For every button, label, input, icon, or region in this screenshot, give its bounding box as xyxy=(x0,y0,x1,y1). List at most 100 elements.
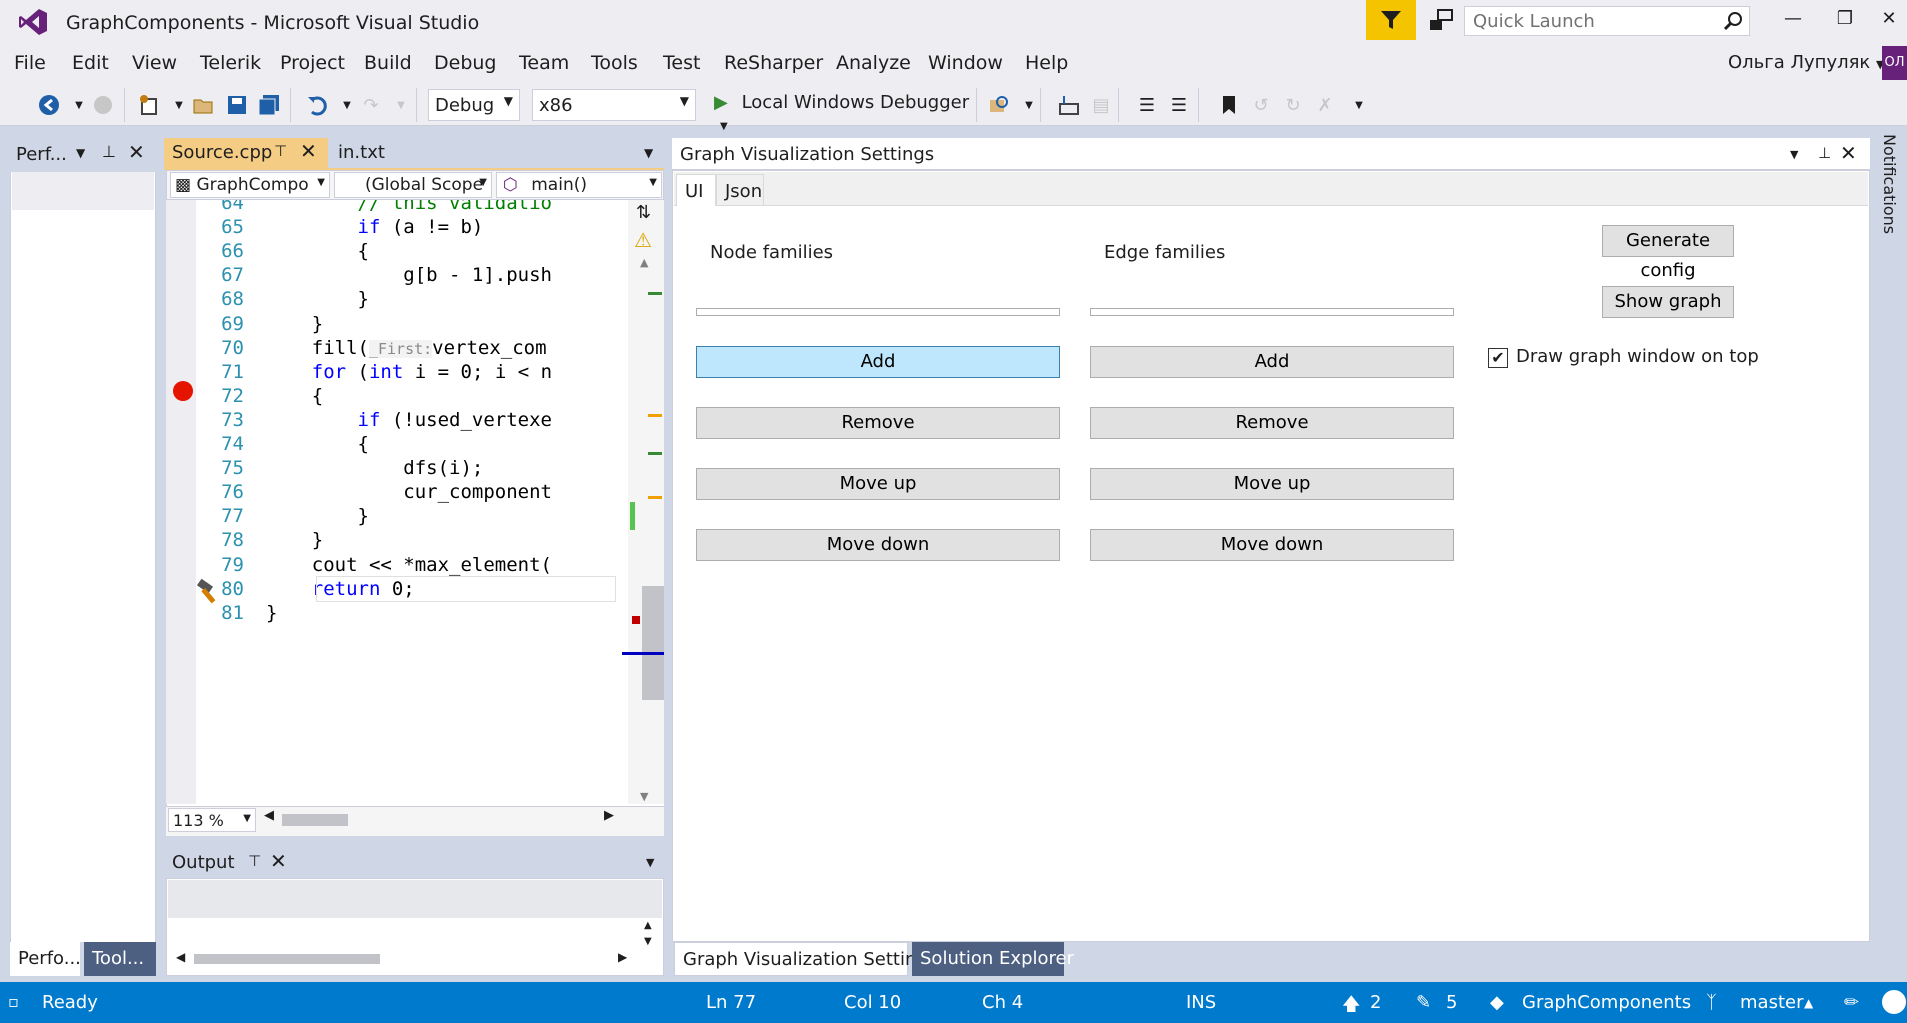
send-feedback-icon[interactable] xyxy=(1428,8,1454,34)
solution-configuration-select[interactable]: Debug ▼ xyxy=(428,89,520,121)
repository-icon[interactable]: ◆ xyxy=(1490,992,1504,1013)
chevron-up-icon[interactable]: ▲ xyxy=(1804,996,1813,1010)
member-dropdown[interactable]: ⬡ main() ▼ xyxy=(496,172,662,198)
menu-help[interactable]: Help xyxy=(1025,52,1068,74)
branch-name[interactable]: master xyxy=(1740,992,1803,1013)
pin-icon[interactable]: ⊤ xyxy=(274,142,287,160)
menu-edit[interactable]: Edit xyxy=(72,52,109,74)
code-lens-icon[interactable]: ✏ xyxy=(1844,992,1859,1013)
save-icon[interactable] xyxy=(224,92,250,118)
code-line[interactable]: 73 if (!used_vertexe xyxy=(196,407,628,431)
branch-icon[interactable]: ᛉ xyxy=(1706,992,1717,1013)
find-in-files-icon[interactable] xyxy=(986,92,1012,118)
code-line[interactable]: 74 { xyxy=(196,431,628,455)
close-icon[interactable]: ✕ xyxy=(128,140,145,164)
bookmark-icon[interactable] xyxy=(1216,92,1242,118)
code-line[interactable]: 68 } xyxy=(196,286,628,310)
hscrollbar-thumb[interactable] xyxy=(282,814,348,826)
close-icon[interactable]: ✕ xyxy=(300,139,317,163)
edge-families-list[interactable] xyxy=(1090,308,1454,316)
close-icon[interactable]: ✕ xyxy=(270,849,287,873)
chevron-down-icon[interactable]: ▼ xyxy=(1790,148,1798,161)
scroll-right-arrow-icon[interactable]: ▶ xyxy=(604,808,614,823)
save-all-icon[interactable] xyxy=(256,92,282,118)
chevron-down-icon[interactable]: ▼ xyxy=(76,146,85,160)
node-remove-button[interactable]: Remove xyxy=(696,407,1060,439)
menu-telerik[interactable]: Telerik xyxy=(200,52,261,74)
back-dropdown-icon[interactable]: ▼ xyxy=(66,92,92,118)
outdent-icon[interactable]: ☰ xyxy=(1134,92,1160,118)
pin-icon[interactable]: ⊤ xyxy=(248,852,261,870)
code-line[interactable]: 64 // this validatio xyxy=(196,200,628,214)
tab-graph-visualization-settings[interactable]: Graph Visualization Settings xyxy=(674,942,937,976)
code-line[interactable]: 67 g[b - 1].push xyxy=(196,262,628,286)
open-file-icon[interactable] xyxy=(190,92,216,118)
scroll-left-arrow-icon[interactable]: ◀ xyxy=(176,950,185,964)
toolbar-overflow-icon[interactable]: ▼ xyxy=(1016,92,1042,118)
menu-build[interactable]: Build xyxy=(364,52,412,74)
avatar[interactable]: ОЛ xyxy=(1882,46,1907,80)
menu-resharper[interactable]: ReSharper xyxy=(724,52,823,74)
scroll-up-arrow-icon[interactable]: ▲ xyxy=(644,920,652,931)
tab-json[interactable]: Json xyxy=(716,174,764,206)
menu-tools[interactable]: Tools xyxy=(591,52,638,74)
menu-window[interactable]: Window xyxy=(928,52,1003,74)
quick-launch-input[interactable]: Quick Launch xyxy=(1464,6,1750,36)
tab-solution-explorer[interactable]: Solution Explorer xyxy=(912,942,1074,976)
navigate-back-icon[interactable] xyxy=(36,92,62,118)
pencil-icon[interactable]: ✎ xyxy=(1416,992,1431,1013)
notifications-bell-icon[interactable] xyxy=(1882,990,1906,1014)
filter-feedback-button[interactable] xyxy=(1366,0,1416,40)
tab-ui[interactable]: UI xyxy=(676,174,716,206)
node-add-button[interactable]: Add xyxy=(696,346,1060,378)
node-move-down-button[interactable]: Move down xyxy=(696,529,1060,561)
warning-icon[interactable]: ⚠ xyxy=(634,228,652,252)
pin-icon[interactable]: ⊥ xyxy=(1818,144,1831,162)
scroll-down-arrow-icon[interactable]: ▼ xyxy=(640,790,648,803)
notifications-tab[interactable]: Notifications xyxy=(1880,134,1899,234)
draw-on-top-checkbox[interactable]: ✔ xyxy=(1488,348,1508,368)
search-icon[interactable] xyxy=(1723,11,1743,31)
menu-test[interactable]: Test xyxy=(663,52,700,74)
close-window-button[interactable]: ✕ xyxy=(1874,8,1904,32)
next-bookmark-icon[interactable]: ↻ xyxy=(1280,92,1306,118)
code-line[interactable]: 78 } xyxy=(196,527,628,551)
toolbar-overflow-icon[interactable]: ▼ xyxy=(1346,92,1372,118)
step-over-icon[interactable]: ▤ xyxy=(1088,92,1114,118)
tab-in-txt[interactable]: in.txt xyxy=(330,138,446,168)
zoom-level-select[interactable]: 113 % ▼ xyxy=(168,808,256,832)
tab-performance[interactable]: Perfo... xyxy=(10,942,81,976)
menu-debug[interactable]: Debug xyxy=(434,52,496,74)
pending-changes-count[interactable]: 5 xyxy=(1446,992,1457,1013)
menu-file[interactable]: File xyxy=(14,52,46,74)
scroll-up-arrow-icon[interactable]: ▲ xyxy=(640,256,648,269)
new-project-icon[interactable] xyxy=(136,92,162,118)
repository-name[interactable]: GraphComponents xyxy=(1522,992,1691,1013)
step-into-icon[interactable] xyxy=(1056,92,1082,118)
code-line[interactable]: 65 if (a != b) xyxy=(196,214,628,238)
node-families-list[interactable] xyxy=(696,308,1060,316)
tab-source-cpp[interactable]: Source.cpp ⊤ ✕ xyxy=(164,138,328,168)
code-line[interactable]: 66 { xyxy=(196,238,628,262)
tab-toolbox[interactable]: Tool... xyxy=(84,942,156,976)
node-move-up-button[interactable]: Move up xyxy=(696,468,1060,500)
pin-icon[interactable]: ⊥ xyxy=(102,142,116,161)
menu-view[interactable]: View xyxy=(132,52,177,74)
chevron-down-icon[interactable]: ▼ xyxy=(646,856,654,869)
code-line[interactable]: 71 for (int i = 0; i < n xyxy=(196,359,628,383)
menu-project[interactable]: Project xyxy=(280,52,345,74)
chevron-down-icon[interactable]: ▼ xyxy=(644,146,653,160)
breakpoint-icon[interactable] xyxy=(172,380,194,402)
code-line[interactable]: 81} xyxy=(196,600,628,624)
indent-icon[interactable]: ☰ xyxy=(1166,92,1192,118)
close-icon[interactable]: ✕ xyxy=(1840,141,1857,165)
code-line[interactable]: 70 fill(_First:vertex_com xyxy=(196,335,628,359)
unpushed-commits-count[interactable]: 2 xyxy=(1370,992,1381,1013)
minimize-button[interactable]: — xyxy=(1778,8,1808,32)
edge-move-up-button[interactable]: Move up xyxy=(1090,468,1454,500)
generate-config-button[interactable]: Generate config xyxy=(1602,225,1734,281)
scroll-left-arrow-icon[interactable]: ◀ xyxy=(264,808,274,823)
user-account-name[interactable]: Ольга Лупуляк ▼ xyxy=(1728,52,1885,73)
undo-dropdown-icon[interactable]: ▼ xyxy=(334,92,360,118)
code-line[interactable]: 76 cur_component xyxy=(196,479,628,503)
